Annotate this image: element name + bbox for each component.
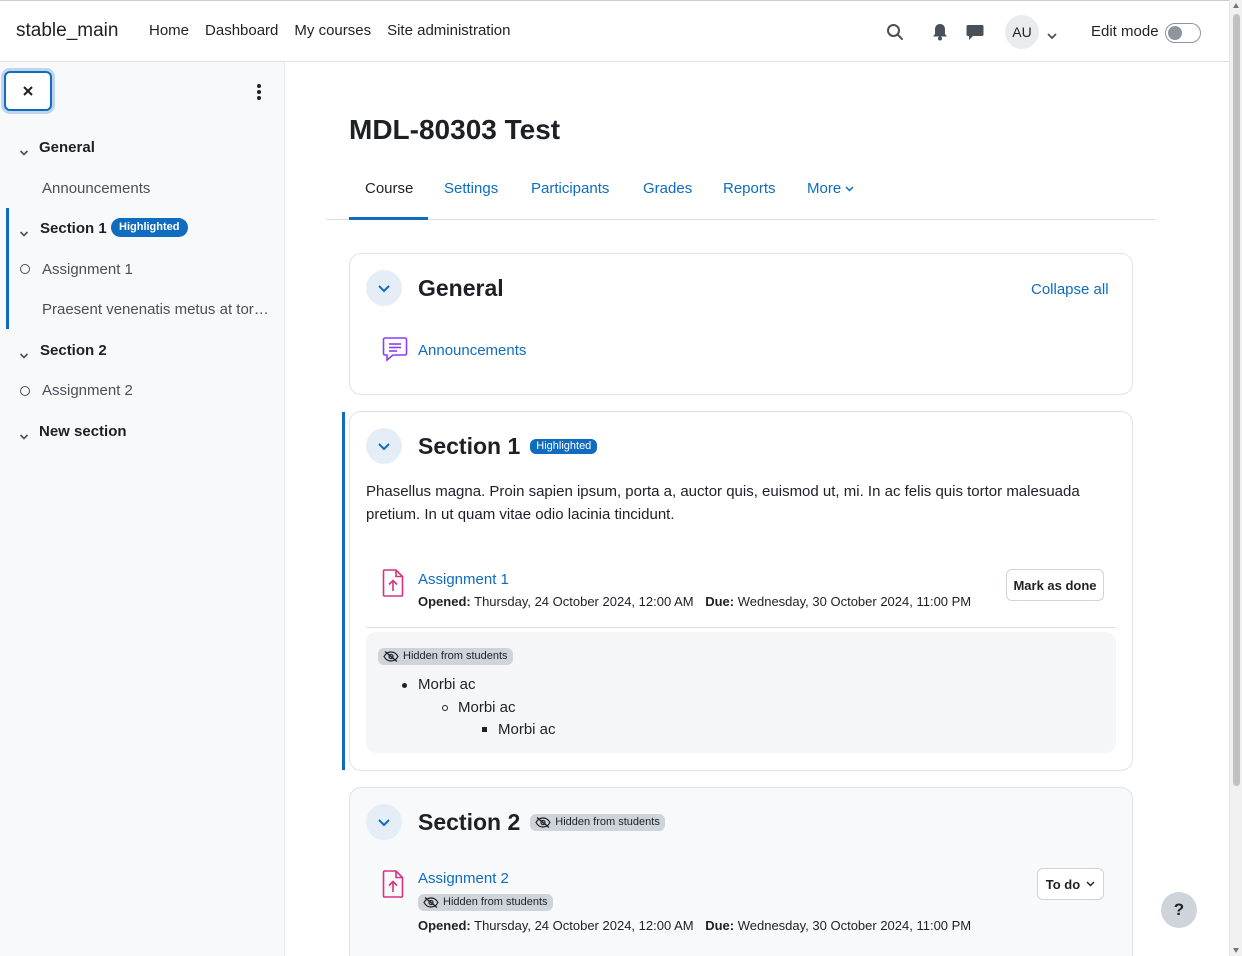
index-activity-praesent[interactable]: Praesent venenatis metus at tortor pulvi…	[42, 301, 271, 318]
chevron-down-icon	[378, 818, 390, 826]
chevron-down-icon[interactable]	[1046, 27, 1058, 44]
tab-reports[interactable]: Reports	[723, 180, 776, 197]
label-activity: Hidden from students Morbi ac Morbi ac M…	[366, 632, 1116, 753]
user-avatar[interactable]: AU	[1005, 15, 1039, 49]
collapse-section-button[interactable]	[366, 428, 402, 464]
hidden-from-students-badge: Hidden from students	[378, 648, 513, 665]
chevron-down-icon	[845, 185, 854, 192]
index-activity-assignment-1[interactable]: Assignment 1	[42, 261, 272, 278]
chevron-down-icon[interactable]	[19, 347, 29, 362]
page-title: MDL-80303 Test	[349, 114, 561, 145]
nav-site-administration[interactable]: Site administration	[387, 22, 510, 39]
list-item-level-2: Morbi ac	[442, 699, 516, 716]
top-navbar: stable_main Home Dashboard My courses Si…	[0, 0, 1229, 62]
primary-navigation: Home Dashboard My courses Site administr…	[149, 22, 511, 39]
chevron-down-icon[interactable]	[19, 225, 29, 242]
scroll-up-arrow-icon[interactable]	[1233, 3, 1239, 8]
index-activity-announcements[interactable]: Announcements	[42, 180, 272, 197]
kebab-menu-icon[interactable]	[252, 82, 266, 102]
tab-participants[interactable]: Participants	[531, 180, 609, 197]
chevron-down-icon	[1086, 881, 1095, 887]
chevron-down-icon[interactable]	[19, 428, 29, 443]
activity-link-announcements[interactable]: Announcements	[418, 342, 526, 359]
section-title: Section 2 Hidden from students	[418, 809, 665, 836]
site-brand[interactable]: stable_main	[16, 20, 118, 42]
messages-icon[interactable]	[964, 21, 986, 43]
tab-course[interactable]: Course	[365, 180, 413, 197]
chevron-down-icon	[378, 442, 390, 450]
scrollbar-thumb[interactable]	[1233, 14, 1240, 786]
nav-home[interactable]: Home	[149, 22, 189, 39]
activity-link-assignment-2[interactable]: Assignment 2	[418, 870, 509, 887]
index-section-general[interactable]: General	[0, 139, 285, 159]
index-section-2[interactable]: Section 2	[0, 342, 285, 362]
collapse-section-button[interactable]	[366, 804, 402, 840]
highlighted-badge: Highlighted	[530, 439, 598, 454]
eye-slash-icon	[535, 817, 551, 828]
forum-icon	[382, 336, 408, 364]
tab-settings[interactable]: Settings	[444, 180, 498, 197]
chevron-down-icon[interactable]	[19, 144, 29, 159]
list-item-level-1: Morbi ac	[402, 676, 476, 693]
page-scrollbar[interactable]	[1229, 0, 1242, 956]
eye-slash-icon	[383, 651, 399, 662]
edit-mode-label: Edit mode	[1091, 23, 1159, 40]
hidden-from-students-badge: Hidden from students	[418, 894, 553, 911]
active-tab-indicator	[349, 217, 428, 220]
list-item-level-3: Morbi ac	[482, 721, 556, 738]
index-section-new[interactable]: New section	[0, 423, 285, 443]
section-title: General	[418, 275, 504, 301]
section-2: Section 2 Hidden from students Assignmen…	[349, 787, 1133, 956]
bullet-disc	[402, 683, 407, 688]
section-general: General Collapse all Announcements	[349, 253, 1133, 395]
section-1: Section 1 Highlighted Phasellus magna. P…	[349, 411, 1133, 771]
index-section-1[interactable]: Section 1 Highlighted	[0, 218, 285, 244]
index-activity-assignment-2[interactable]: Assignment 2	[42, 382, 272, 399]
activity-dates: Opened: Thursday, 24 October 2024, 12:00…	[418, 918, 972, 933]
course-index-drawer: General Announcements Section 1 Highligh…	[0, 62, 285, 956]
search-icon[interactable]	[884, 21, 906, 43]
activity-link-assignment-1[interactable]: Assignment 1	[418, 571, 509, 588]
to-do-dropdown-button[interactable]: To do	[1037, 868, 1104, 900]
bell-icon[interactable]	[929, 21, 951, 43]
close-drawer-button[interactable]	[4, 71, 52, 111]
completion-circle-icon	[20, 264, 30, 274]
collapse-all-link[interactable]: Collapse all	[1031, 281, 1109, 298]
nav-dashboard[interactable]: Dashboard	[205, 22, 278, 39]
activity-divider	[366, 627, 1116, 628]
highlighted-section-indicator	[342, 412, 345, 770]
assignment-icon	[382, 569, 408, 597]
edit-mode-toggle[interactable]	[1165, 23, 1201, 43]
section-summary: Phasellus magna. Proin sapien ipsum, por…	[366, 483, 1080, 523]
secondary-navigation: Course Settings Participants Grades Repo…	[326, 168, 1156, 220]
nav-my-courses[interactable]: My courses	[294, 22, 371, 39]
bullet-square	[482, 727, 487, 732]
bullet-circle	[442, 705, 448, 711]
highlighted-badge: Highlighted	[111, 218, 188, 237]
hidden-from-students-badge: Hidden from students	[530, 814, 665, 831]
activity-dates: Opened: Thursday, 24 October 2024, 12:00…	[418, 594, 972, 609]
assignment-icon	[382, 870, 408, 898]
section-title: Section 1 Highlighted	[418, 433, 598, 460]
mark-as-done-button[interactable]: Mark as done	[1006, 569, 1104, 601]
scroll-down-arrow-icon[interactable]	[1233, 948, 1239, 953]
tab-more[interactable]: More	[807, 180, 854, 197]
eye-slash-icon	[423, 897, 439, 908]
chevron-down-icon	[378, 284, 390, 292]
tab-grades[interactable]: Grades	[643, 180, 692, 197]
completion-circle-icon	[20, 386, 30, 396]
help-button[interactable]: ?	[1161, 892, 1197, 928]
close-icon	[23, 86, 33, 96]
collapse-section-button[interactable]	[366, 270, 402, 306]
